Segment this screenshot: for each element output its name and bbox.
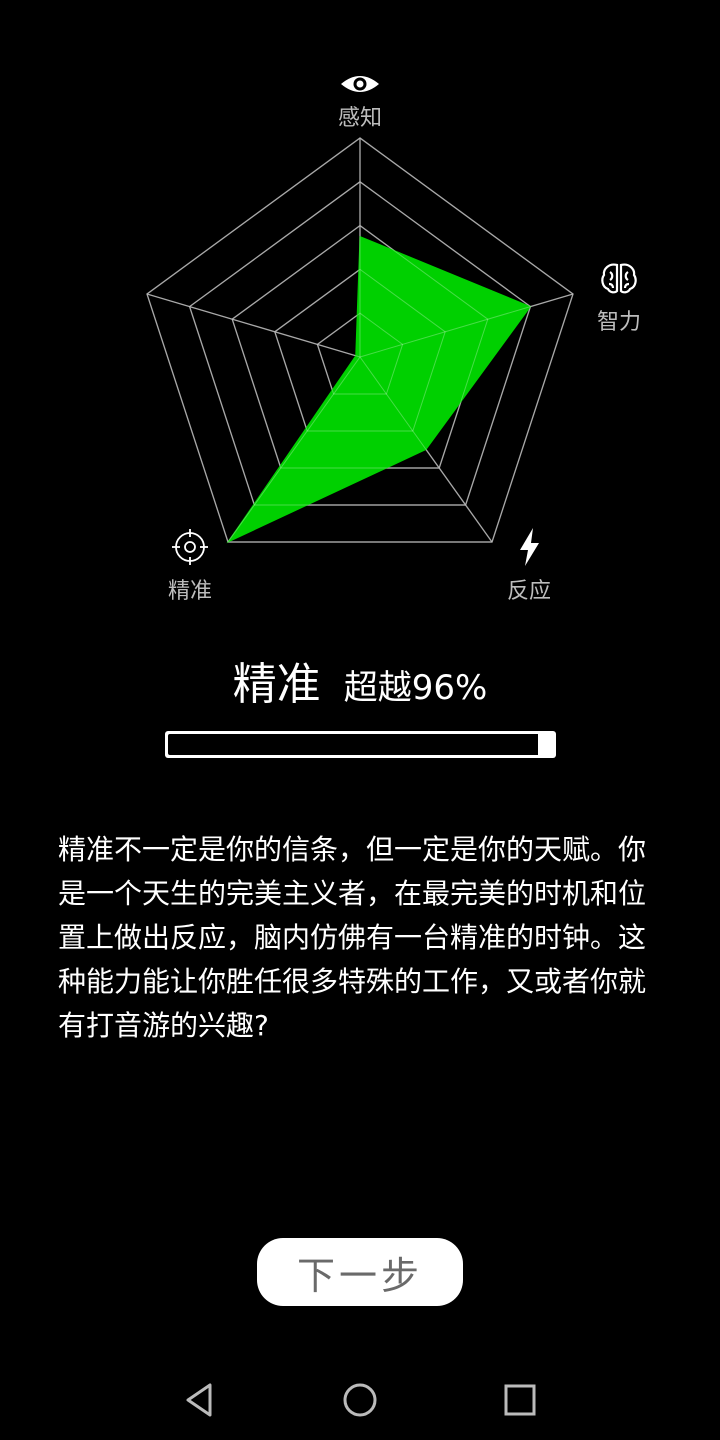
result-progress-bar [165,731,556,758]
result-exceed-text: 超越96% [343,668,488,708]
axis-label-reaction: 反应 [507,579,551,604]
axis-label-intelligence: 智力 [597,310,641,335]
nav-recents-button[interactable] [480,1360,560,1440]
next-step-button[interactable]: 下一步 [257,1238,463,1306]
nav-home-button[interactable] [320,1360,400,1440]
lightning-icon [520,528,539,566]
home-circle-icon [343,1383,377,1417]
radar-inner-grid [146,137,574,543]
nav-back-button[interactable] [160,1360,240,1440]
recents-square-icon [504,1384,536,1416]
axis-label-perception: 感知 [338,106,382,131]
progress-track [168,734,553,755]
brain-icon [601,263,637,294]
axis-label-precision: 精准 [168,579,212,604]
system-navigation-bar [0,1360,720,1440]
radar-chart: 感知 智力 反应 精准 [146,76,641,604]
radar-data-area [226,235,532,544]
result-name: 精准 [232,659,321,710]
result-title: 精准 超越96% [0,648,720,712]
eye-icon [341,76,379,92]
target-icon [172,529,208,565]
result-description: 精准不一定是你的信条，但一定是你的天赋。你是一个天生的完美主义者，在最完美的时机… [58,833,647,1042]
back-triangle-icon [186,1383,212,1417]
progress-fill [537,734,553,755]
